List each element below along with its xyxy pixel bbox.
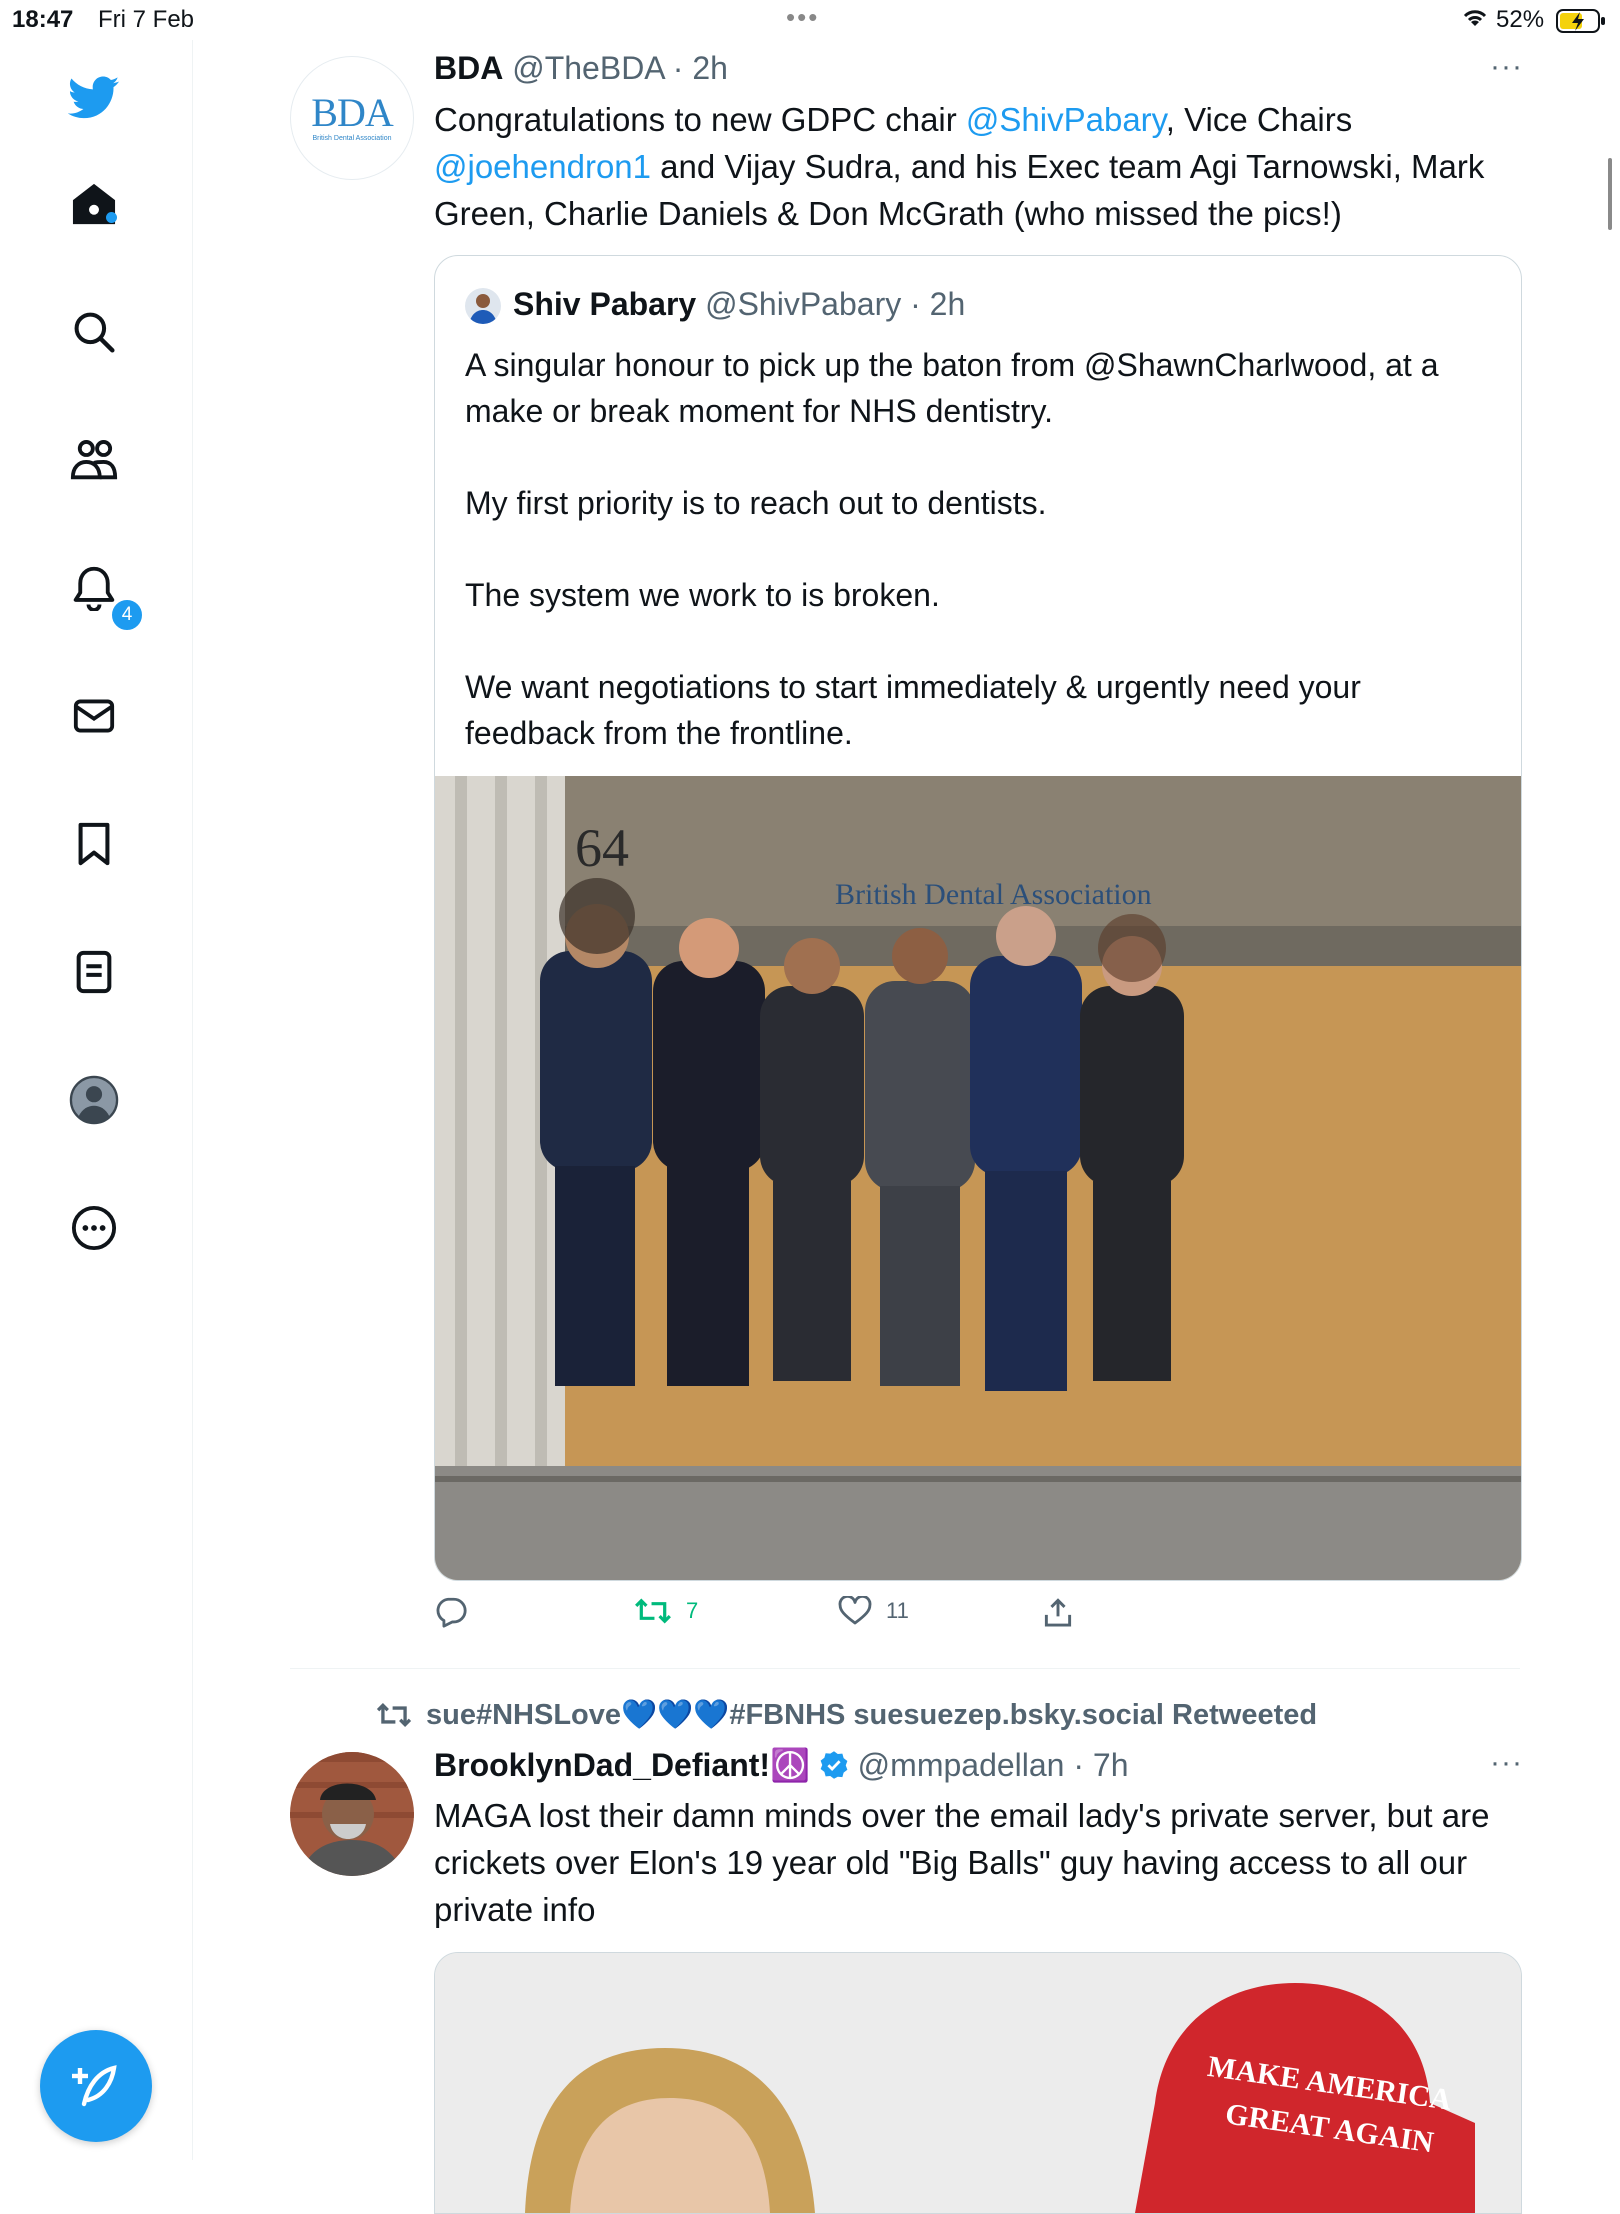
home-icon[interactable] [66, 176, 122, 232]
tweet-header: BrooklynDad_Defiant!☮️ @mmpadellan · 7h [434, 1746, 1129, 1788]
home-unread-dot [106, 212, 117, 223]
author-handle[interactable]: @mmpadellan [858, 1747, 1065, 1783]
heart-icon [838, 1596, 872, 1625]
status-time: 18:47 [12, 6, 74, 33]
mention-link[interactable]: @ShivPabary [966, 101, 1166, 138]
share-button[interactable] [1042, 1596, 1074, 1628]
tweet-time[interactable]: · 7h [1073, 1747, 1128, 1783]
retweeted-by-text: sue#NHSLove💙💙💙#FBNHS suesuezep.bsky.soci… [426, 1699, 1318, 1731]
reply-button[interactable] [434, 1596, 482, 1628]
battery-percent: 52% [1496, 6, 1545, 33]
author-handle[interactable]: @TheBDA [512, 50, 664, 86]
avatar-brooklyndad[interactable] [290, 1752, 414, 1876]
scroll-indicator[interactable] [1608, 158, 1612, 230]
twitter-logo-icon[interactable] [66, 70, 122, 126]
tweet-header: BDA @TheBDA · 2h [434, 50, 728, 87]
tweet-text-segment: Congratulations to new GDPC chair [434, 101, 966, 138]
avatar-bda-logo-subtext: British Dental Association [312, 135, 392, 142]
like-count: 11 [886, 1598, 909, 1623]
more-icon[interactable] [66, 1200, 122, 1256]
tweet-text: MAGA lost their damn minds over the emai… [434, 1797, 1490, 1928]
quoted-tweet-text: A singular honour to pick up the baton f… [465, 342, 1495, 802]
retweet-icon [635, 1598, 671, 1624]
status-bar: 18:47 Fri 7 Feb ••• 52% [0, 0, 1620, 40]
avatar-shiv[interactable] [465, 288, 501, 324]
bookmarks-icon[interactable] [66, 816, 122, 872]
sidebar-nav: 4 [0, 40, 193, 2160]
author-name[interactable]: BDA [434, 50, 503, 86]
search-icon[interactable] [66, 304, 122, 360]
author-name[interactable]: BrooklynDad_Defiant!☮️ [434, 1747, 810, 1783]
messages-icon[interactable] [66, 688, 122, 744]
tweet-text-segment: , Vice Chairs [1165, 101, 1353, 138]
wifi-icon [1460, 6, 1490, 37]
compose-tweet-button[interactable] [40, 2030, 152, 2142]
retweet-count: 7 [686, 1598, 699, 1623]
quoted-paragraph: The system we work to is broken. [465, 577, 940, 613]
photo-sign-number: 64 [575, 818, 629, 878]
share-icon [1044, 1598, 1072, 1627]
quoted-tweet-photo[interactable]: 64 British Dental Association [435, 776, 1521, 1580]
tweet-media-image[interactable]: MAKE AMERICA GREAT AGAIN [434, 1952, 1522, 2214]
mention-link[interactable]: @joehendron1 [434, 148, 651, 185]
verified-badge-icon [819, 1750, 849, 1788]
photo-sign-text: British Dental Association [835, 878, 1152, 911]
retweeted-by-line[interactable]: sue#NHSLove💙💙💙#FBNHS suesuezep.bsky.soci… [376, 1698, 1317, 1732]
status-date: Fri 7 Feb [98, 6, 195, 33]
feather-plus-icon [72, 2065, 117, 2107]
quoted-author-handle[interactable]: @ShivPabary [705, 286, 901, 322]
quoted-tweet-header: Shiv Pabary @ShivPabary · 2h [513, 286, 965, 323]
like-button[interactable]: 11 [838, 1596, 909, 1626]
quoted-paragraph: We want negotiations to start immediatel… [465, 669, 1361, 751]
quoted-tweet[interactable]: Shiv Pabary @ShivPabary · 2h A singular … [434, 255, 1522, 1581]
tweet-actions: 7 11 [434, 1596, 1520, 1644]
avatar-bda-logo-text: BDA [311, 90, 393, 135]
tweet-divider [290, 1668, 1520, 1669]
communities-icon[interactable] [66, 432, 122, 488]
tweet-more-icon[interactable]: ··· [1490, 50, 1523, 84]
avatar-bda[interactable]: BDA British Dental Association [290, 56, 414, 180]
quoted-paragraph: My first priority is to reach out to den… [465, 485, 1047, 521]
quoted-tweet-time[interactable]: · 2h [910, 286, 965, 322]
notification-count-badge: 4 [110, 598, 144, 632]
quoted-paragraph: A singular honour to pick up the baton f… [465, 347, 1439, 429]
multitasking-dots-icon[interactable]: ••• [786, 2, 819, 33]
lists-icon[interactable] [66, 944, 122, 1000]
profile-icon[interactable] [66, 1072, 122, 1128]
retweet-button[interactable]: 7 [634, 1596, 698, 1626]
tweet-more-icon[interactable]: ··· [1490, 1746, 1523, 1780]
retweet-indicator-icon [376, 1702, 412, 1728]
tweet-time[interactable]: · 2h [673, 50, 728, 86]
tweet-text: Congratulations to new GDPC chair @ShivP… [434, 96, 1524, 237]
quoted-author-name[interactable]: Shiv Pabary [513, 286, 696, 322]
battery-icon [1556, 8, 1608, 41]
reply-icon [436, 1597, 467, 1628]
